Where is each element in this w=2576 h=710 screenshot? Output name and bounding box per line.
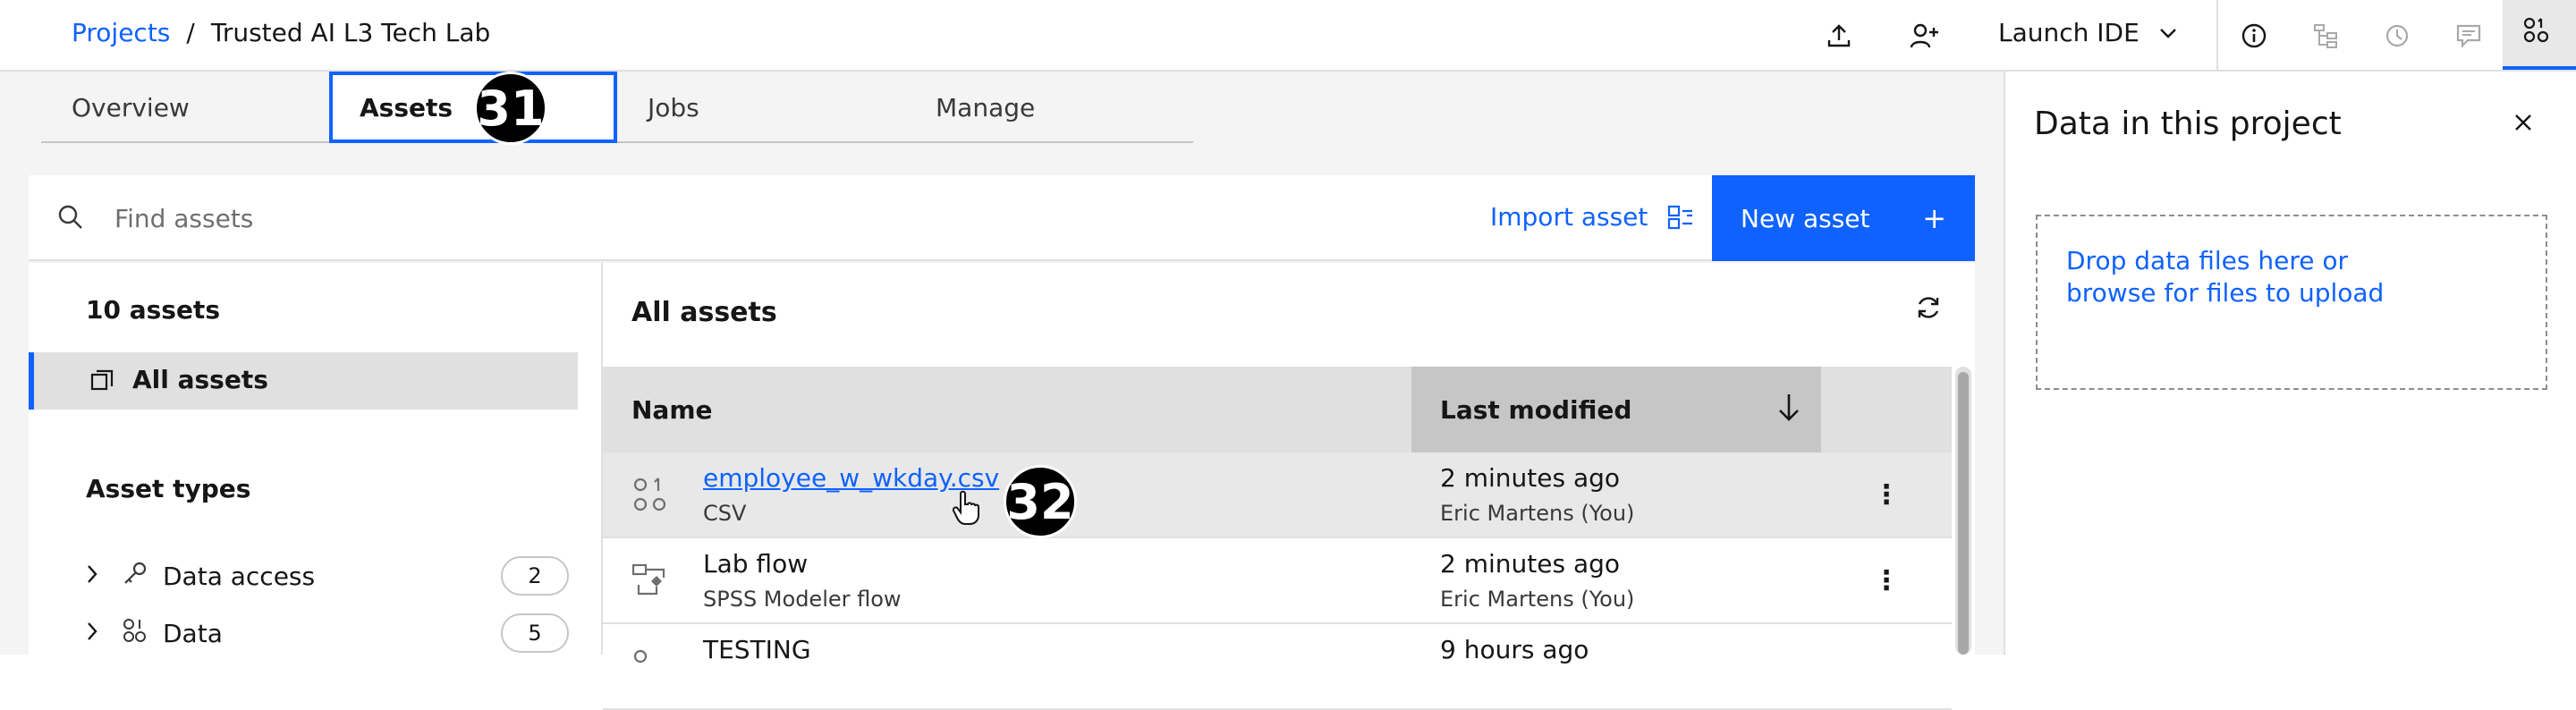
- tab-manage[interactable]: Manage: [905, 72, 1193, 143]
- file-drop-zone[interactable]: Drop data files here or browse for files…: [2036, 215, 2547, 390]
- asset-type-count: 2: [501, 556, 569, 596]
- chevron-right-icon: [86, 562, 122, 591]
- asset-name-link[interactable]: Lab flow: [703, 549, 808, 579]
- table-header: Name Last modified: [603, 367, 1952, 452]
- filter-all-assets[interactable]: All assets: [29, 352, 578, 410]
- upload-icon[interactable]: [1819, 16, 1859, 55]
- data-side-panel: Data in this project Drop data files her…: [2004, 72, 2576, 655]
- data-icon: [122, 617, 163, 650]
- assets-table-panel: All assets Name Last modified employee_w…: [601, 263, 1975, 710]
- import-asset-button[interactable]: Import asset: [1490, 202, 1694, 232]
- column-header-last-modified[interactable]: Last modified: [1411, 367, 1821, 452]
- asset-type-data[interactable]: Data 5: [86, 612, 569, 655]
- chevron-right-icon: [86, 619, 122, 648]
- asset-type-data-access[interactable]: Data access 2: [86, 554, 569, 597]
- all-assets-label: All assets: [132, 365, 268, 394]
- import-icon: [1668, 205, 1693, 229]
- comments-icon[interactable]: [2449, 16, 2488, 55]
- breadcrumb: Projects / Trusted AI L3 Tech Lab: [72, 18, 490, 47]
- new-asset-button[interactable]: New asset +: [1712, 175, 1975, 261]
- asset-name-link[interactable]: TESTING: [703, 635, 811, 664]
- column-header-name[interactable]: Name: [631, 395, 713, 425]
- top-bar: Projects / Trusted AI L3 Tech Lab Launch…: [0, 0, 2576, 72]
- asset-icon: [631, 647, 671, 690]
- table-row[interactable]: employee_w_wkday.csv CSV 2 minutes ago E…: [603, 452, 1952, 538]
- asset-type: SPSS Modeler flow: [703, 587, 902, 612]
- hierarchy-icon[interactable]: [2306, 16, 2345, 55]
- flow-icon: [631, 562, 671, 604]
- overflow-menu-icon[interactable]: ⋮: [1873, 565, 1900, 596]
- new-asset-label: New asset: [1741, 203, 1870, 233]
- asset-type-label: Data: [163, 618, 223, 648]
- search-icon: [57, 204, 84, 234]
- breadcrumb-separator: /: [186, 18, 195, 47]
- asset-name-link[interactable]: employee_w_wkday.csv: [703, 463, 999, 493]
- assets-table-title: All assets: [631, 297, 777, 328]
- overflow-menu-icon[interactable]: ⋮: [1873, 479, 1900, 511]
- table-row[interactable]: TESTING 9 hours ago: [603, 624, 1952, 710]
- tab-overview[interactable]: Overview: [41, 72, 329, 143]
- drop-zone-line-1: Drop data files here or: [2066, 246, 2348, 275]
- breadcrumb-projects-link[interactable]: Projects: [72, 18, 170, 47]
- data-icon: [2522, 16, 2551, 48]
- asset-filter-panel: 10 assets All assets Asset types Data ac…: [29, 263, 601, 655]
- chevron-down-icon: [2159, 28, 2176, 38]
- table-row[interactable]: Lab flow SPSS Modeler flow 2 minutes ago…: [603, 538, 1952, 624]
- tab-jobs[interactable]: Jobs: [617, 72, 905, 143]
- info-icon[interactable]: [2234, 16, 2274, 55]
- scrollbar-thumb[interactable]: [1958, 372, 1969, 655]
- asset-count: 10 assets: [86, 295, 220, 325]
- last-modified-by: Eric Martens (You): [1440, 587, 1635, 612]
- drop-zone-text[interactable]: Drop data files here or browse for files…: [2066, 245, 2388, 309]
- last-modified-time: 9 hours ago: [1440, 635, 1589, 664]
- add-collaborator-icon[interactable]: [1905, 16, 1945, 55]
- breadcrumb-project-name: Trusted AI L3 Tech Lab: [210, 18, 491, 47]
- launch-ide-label: Launch IDE: [1998, 18, 2140, 47]
- table-scrollbar[interactable]: [1955, 367, 1971, 655]
- last-modified-time: 2 minutes ago: [1440, 463, 1621, 493]
- history-icon[interactable]: [2377, 16, 2417, 55]
- asset-type: CSV: [703, 501, 747, 526]
- project-tabs: Overview Assets Jobs Manage: [41, 72, 1193, 143]
- data-panel-toggle[interactable]: [2503, 0, 2576, 70]
- tab-assets[interactable]: Assets: [329, 72, 617, 143]
- drop-zone-line-2: browse for files to upload: [2066, 278, 2385, 308]
- step-badge-32: 32: [1004, 465, 1077, 538]
- key-icon: [122, 560, 163, 593]
- toolbar-divider: [2216, 0, 2218, 72]
- hand-cursor-icon: [952, 490, 982, 529]
- all-assets-icon: [89, 367, 116, 397]
- add-icon: +: [1922, 201, 1946, 235]
- data-icon: [631, 476, 671, 519]
- project-content: Overview Assets Jobs Manage 31 Find asse…: [0, 72, 2004, 710]
- asset-types-heading: Asset types: [86, 474, 251, 503]
- close-icon[interactable]: [2513, 113, 2533, 136]
- sort-descending-icon: [1776, 392, 1801, 427]
- search-input[interactable]: Find assets: [114, 204, 253, 233]
- asset-type-label: Data access: [163, 561, 316, 591]
- refresh-icon[interactable]: [1914, 293, 1943, 325]
- import-asset-label: Import asset: [1490, 202, 1648, 232]
- last-modified-by: Eric Martens (You): [1440, 501, 1635, 526]
- asset-search-bar: Find assets Import asset New asset +: [29, 175, 1975, 261]
- last-modified-time: 2 minutes ago: [1440, 549, 1621, 579]
- column-header-label: Last modified: [1440, 395, 1632, 425]
- asset-type-count: 5: [501, 613, 569, 653]
- step-badge-31: 31: [474, 72, 547, 145]
- launch-ide-button[interactable]: Launch IDE: [1998, 18, 2177, 47]
- side-panel-title: Data in this project: [2034, 106, 2342, 142]
